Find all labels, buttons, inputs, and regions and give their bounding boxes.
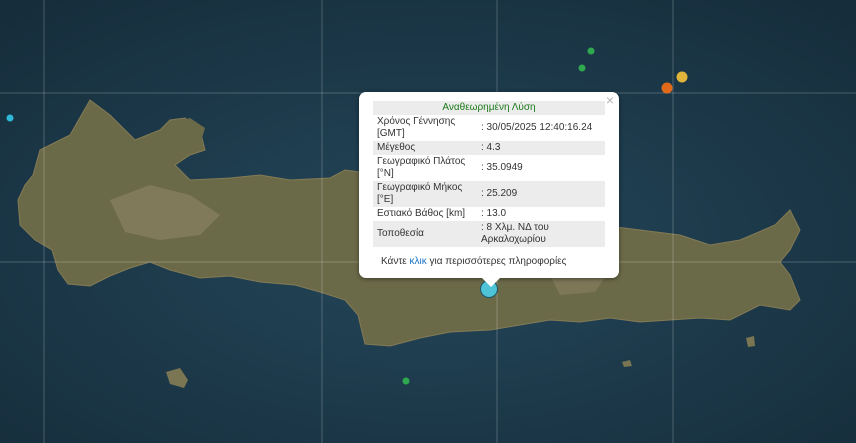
map-canvas[interactable]: × Αναθεωρημένη Λύση Χρόνος Γέννησης [GMT… xyxy=(0,0,856,443)
detail-row: Γεωγραφικό Μήκος [°E] : 25.209 xyxy=(373,181,605,207)
detail-label: Εστιακό Βάθος [km] xyxy=(377,208,466,219)
event-popup: × Αναθεωρημένη Λύση Χρόνος Γέννησης [GMT… xyxy=(359,92,619,287)
detail-value: : 30/05/2025 12:40:16.24 xyxy=(481,122,593,133)
event-marker[interactable] xyxy=(587,47,595,55)
detail-row: Τοποθεσία : 8 Χλμ. ΝΔ του Αρκαλοχωρίου xyxy=(373,221,605,247)
event-marker[interactable] xyxy=(578,64,586,72)
more-info-suffix: για περισσότερες πληροφορίες xyxy=(426,256,567,267)
detail-value: : 25.209 xyxy=(477,181,605,207)
more-info-link[interactable]: κλικ xyxy=(410,256,427,267)
close-icon[interactable]: × xyxy=(606,93,614,107)
detail-label: Μέγεθος xyxy=(373,141,477,155)
more-info-prefix: Κάντε xyxy=(381,256,410,267)
popup-header: Αναθεωρημένη Λύση xyxy=(373,101,605,115)
detail-row: Χρόνος Γέννησης [GMT] : 30/05/2025 12:40… xyxy=(373,115,605,141)
detail-value: : 35.0949 xyxy=(481,162,523,173)
detail-label: Τοποθεσία xyxy=(373,221,477,247)
detail-row: Γεωγραφικό Πλάτος [°N] : 35.0949 xyxy=(373,155,605,181)
event-details-table: Αναθεωρημένη Λύση Χρόνος Γέννησης [GMT] … xyxy=(373,101,605,247)
detail-value: : 4.3 xyxy=(477,141,605,155)
event-marker[interactable] xyxy=(661,82,673,94)
detail-value: : 8 Χλμ. ΝΔ του Αρκαλοχωρίου xyxy=(477,221,605,247)
event-marker[interactable] xyxy=(6,114,14,122)
detail-label: Γεωγραφικό Μήκος [°E] xyxy=(373,181,477,207)
event-marker[interactable] xyxy=(676,71,688,83)
detail-value: : 13.0 xyxy=(481,208,507,219)
more-info-text: Κάντε κλικ για περισσότερες πληροφορίες xyxy=(381,256,566,267)
event-marker[interactable] xyxy=(402,377,410,385)
detail-label: Γεωγραφικό Πλάτος [°N] xyxy=(377,156,466,179)
popup-header-row: Αναθεωρημένη Λύση xyxy=(373,101,605,115)
detail-row: Μέγεθος : 4.3 xyxy=(373,141,605,155)
detail-label: Χρόνος Γέννησης [GMT] xyxy=(377,116,456,139)
detail-row: Εστιακό Βάθος [km] : 13.0 xyxy=(373,207,605,221)
